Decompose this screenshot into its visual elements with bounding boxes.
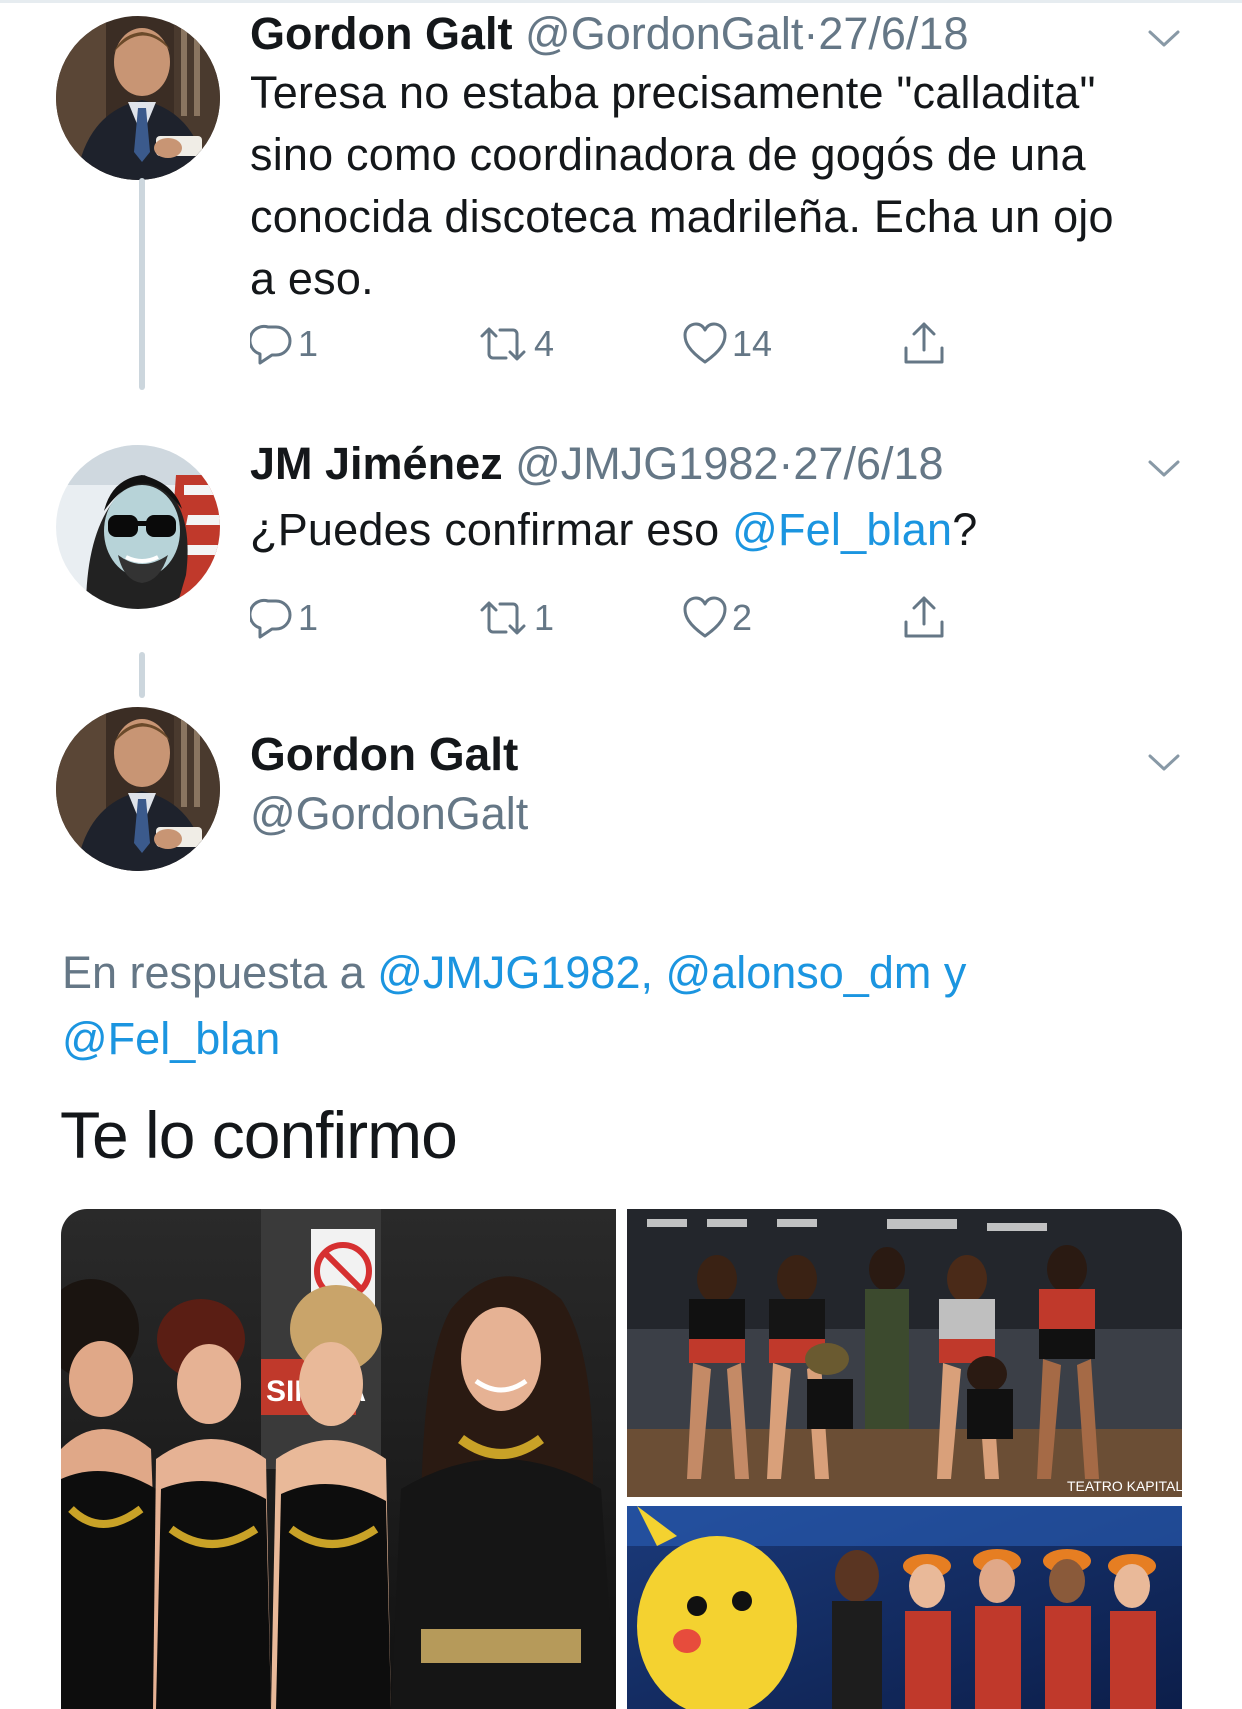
reply-context: En respuesta a @JMJG1982, @alonso_dm y @…	[62, 940, 1162, 1072]
retweet-count: 4	[534, 323, 555, 364]
chevron-down-icon[interactable]	[1144, 742, 1184, 782]
tweet-actions: 1 1 2	[250, 588, 1050, 648]
retweet-count: 1	[534, 597, 555, 638]
mention-link[interactable]: @Fel_blan	[732, 504, 952, 555]
thread-line	[139, 178, 145, 390]
avatar-jm-jimenez[interactable]	[56, 445, 220, 609]
like-count: 14	[732, 323, 773, 364]
user-handle[interactable]: @GordonGalt	[525, 8, 803, 59]
main-tweet-text: Te lo confirmo	[60, 1098, 458, 1172]
user-name[interactable]: Gordon Galt	[250, 8, 513, 59]
retweet-button[interactable]: 1	[476, 588, 554, 648]
user-handle[interactable]: @JMJG1982	[515, 438, 778, 489]
tweet-header: JM Jiménez @JMJG1982·27/6/18	[250, 437, 944, 491]
mention-link[interactable]: @Fel_blan	[62, 1013, 280, 1064]
separator-dot: ·	[803, 8, 819, 59]
user-name[interactable]: JM Jiménez	[250, 438, 503, 489]
mention-link[interactable]: @JMJG1982	[377, 947, 640, 998]
share-icon	[904, 322, 944, 364]
reply-button[interactable]: 1	[250, 588, 318, 648]
reply-prefix: En respuesta a	[62, 947, 378, 998]
like-count: 2	[732, 597, 753, 638]
heart-icon	[683, 596, 727, 638]
avatar-gordon-galt[interactable]	[56, 707, 220, 871]
reply-icon	[250, 324, 292, 365]
media-grid: SIN SA	[61, 1209, 1182, 1709]
reply-count: 1	[298, 597, 319, 638]
tweet-header: Gordon Galt @GordonGalt·27/6/18	[250, 7, 968, 61]
tweet-text: Teresa no estaba precisamente "calladita…	[250, 67, 1114, 304]
tweet-text: ¿Puedes confirmar eso @Fel_blan?	[250, 499, 1130, 561]
share-icon	[904, 596, 944, 638]
tweet-text-part: ?	[952, 504, 978, 555]
user-name[interactable]: Gordon Galt	[250, 726, 518, 782]
retweet-button[interactable]: 4	[476, 314, 554, 374]
share-button[interactable]	[900, 314, 948, 374]
tweet-date[interactable]: 27/6/18	[818, 8, 968, 59]
tweet-text-part: ¿Puedes confirmar eso	[250, 504, 733, 555]
user-handle[interactable]: @GordonGalt	[250, 786, 528, 842]
reply-icon	[250, 598, 292, 639]
top-divider	[0, 0, 1242, 3]
tweet-date[interactable]: 27/6/18	[793, 438, 943, 489]
share-button[interactable]	[900, 588, 948, 648]
reply-count: 1	[298, 323, 319, 364]
watermark-text: TEATRO KAPITAL	[1067, 1478, 1182, 1494]
separator-dot: ·	[778, 438, 794, 489]
tweet-actions: 1 4 14	[250, 314, 1050, 374]
reply-separator: ,	[640, 947, 666, 998]
retweet-icon	[480, 601, 526, 635]
reply-button[interactable]: 1	[250, 314, 318, 374]
avatar-gordon-galt[interactable]	[56, 16, 220, 180]
retweet-icon	[480, 327, 526, 361]
media-photo-3[interactable]	[627, 1506, 1182, 1709]
media-photo-2[interactable]: TEATRO KAPITAL	[627, 1209, 1182, 1497]
chevron-down-icon[interactable]	[1144, 448, 1184, 488]
reply-separator: y	[931, 947, 967, 998]
heart-icon	[683, 322, 727, 364]
like-button[interactable]: 14	[682, 314, 772, 374]
media-photo-1[interactable]: SIN SA	[61, 1209, 616, 1709]
thread-line	[139, 652, 145, 698]
chevron-down-icon[interactable]	[1144, 18, 1184, 58]
like-button[interactable]: 2	[682, 588, 752, 648]
mention-link[interactable]: @alonso_dm	[666, 947, 932, 998]
